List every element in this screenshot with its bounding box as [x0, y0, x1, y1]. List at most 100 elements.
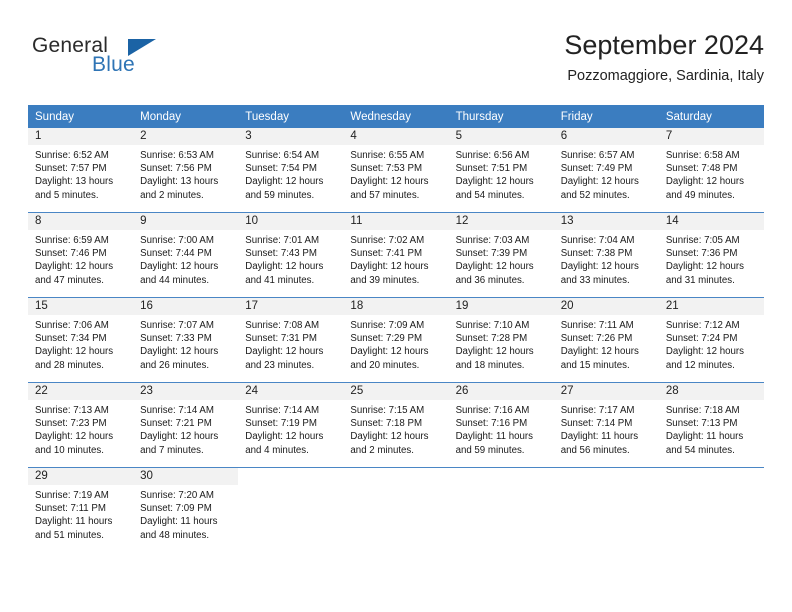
calendar-day-cell[interactable]: 1 Sunrise: 6:52 AM Sunset: 7:57 PM Daylight… [28, 128, 134, 213]
sunset-text: Sunset: 7:19 PM [245, 418, 317, 430]
day-number: 25 [343, 383, 449, 400]
calendar-grid: Sunday Monday Tuesday Wednesday Thursday… [28, 105, 764, 552]
daylight-text-line2: and 18 minutes. [455, 359, 525, 371]
day-number: 18 [343, 298, 449, 315]
calendar-day-cell[interactable]: 17 Sunrise: 7:08 AM Sunset: 7:31 PM Dayligh… [238, 297, 344, 383]
calendar-day-cell-empty [238, 467, 344, 552]
sunrise-text: Sunrise: 6:55 AM [350, 150, 425, 161]
calendar-day-cell[interactable]: 5 Sunrise: 6:56 AM Sunset: 7:51 PM Daylight… [448, 128, 554, 213]
daylight-text-line2: and 48 minutes. [140, 529, 210, 541]
daylight-text-line2: and 28 minutes. [35, 359, 104, 371]
calendar-day-cell[interactable]: 2 Sunrise: 6:53 AM Sunset: 7:56 PM Daylight… [133, 128, 239, 213]
day-number [448, 468, 554, 485]
daylight-text-line2: and 39 minutes. [350, 274, 420, 286]
day-number: 29 [28, 468, 134, 485]
sunrise-text: Sunrise: 7:14 AM [140, 405, 214, 416]
weekday-header-wednesday: Wednesday [343, 105, 449, 128]
daylight-text-line1: Daylight: 12 hours [140, 346, 219, 358]
sunset-text: Sunset: 7:43 PM [245, 248, 317, 260]
calendar-day-cell[interactable]: 30 Sunrise: 7:20 AM Sunset: 7:09 PM Dayligh… [133, 467, 239, 552]
daylight-text-line2: and 56 minutes. [560, 444, 630, 456]
calendar-day-cell-empty [448, 467, 554, 552]
daylight-text-line1: Daylight: 12 hours [245, 261, 324, 273]
day-number: 27 [553, 383, 659, 400]
calendar-day-cell[interactable]: 19 Sunrise: 7:10 AM Sunset: 7:28 PM Dayligh… [448, 297, 554, 383]
day-number: 28 [658, 383, 764, 400]
sunrise-text: Sunrise: 7:01 AM [245, 235, 320, 246]
calendar-day-cell[interactable]: 24 Sunrise: 7:14 AM Sunset: 7:19 PM Dayligh… [238, 382, 344, 468]
sunset-text: Sunset: 7:21 PM [140, 418, 212, 430]
calendar-week-row: 1 Sunrise: 6:52 AM Sunset: 7:57 PM Daylight… [28, 128, 764, 213]
sunrise-text: Sunrise: 7:07 AM [140, 320, 214, 331]
daylight-text-line2: and 36 minutes. [455, 274, 525, 286]
calendar-day-cell-empty [658, 467, 764, 552]
sunset-text: Sunset: 7:46 PM [35, 248, 107, 260]
sunrise-text: Sunrise: 6:52 AM [35, 150, 109, 161]
daylight-text-line1: Daylight: 13 hours [140, 176, 219, 188]
sunrise-text: Sunrise: 7:06 AM [35, 320, 109, 331]
calendar-day-cell[interactable]: 14 Sunrise: 7:05 AM Sunset: 7:36 PM Dayligh… [658, 212, 764, 298]
calendar-day-cell[interactable]: 28 Sunrise: 7:18 AM Sunset: 7:13 PM Dayligh… [658, 382, 764, 468]
daylight-text-line1: Daylight: 12 hours [140, 261, 219, 273]
weekday-header-monday: Monday [133, 105, 239, 128]
day-number: 6 [553, 128, 659, 145]
day-number: 15 [28, 298, 134, 315]
daylight-text-line1: Daylight: 12 hours [665, 176, 744, 188]
calendar-day-cell[interactable]: 11 Sunrise: 7:02 AM Sunset: 7:41 PM Dayligh… [343, 212, 449, 298]
day-number: 10 [238, 213, 344, 230]
calendar-day-cell[interactable]: 20 Sunrise: 7:11 AM Sunset: 7:26 PM Dayligh… [553, 297, 659, 383]
weekday-header-tuesday: Tuesday [238, 105, 344, 128]
calendar-day-cell[interactable]: 18 Sunrise: 7:09 AM Sunset: 7:29 PM Dayligh… [343, 297, 449, 383]
sunrise-text: Sunrise: 7:10 AM [455, 320, 530, 331]
daylight-text-line1: Daylight: 12 hours [245, 431, 324, 443]
sunset-text: Sunset: 7:11 PM [35, 503, 106, 515]
calendar-day-cell-empty [553, 467, 659, 552]
daylight-text-line2: and 10 minutes. [35, 444, 104, 456]
calendar-day-cell[interactable]: 13 Sunrise: 7:04 AM Sunset: 7:38 PM Dayligh… [553, 212, 659, 298]
daylight-text-line1: Daylight: 11 hours [35, 516, 113, 528]
calendar-day-cell[interactable]: 9 Sunrise: 7:00 AM Sunset: 7:44 PM Daylight… [133, 212, 239, 298]
calendar-day-cell[interactable]: 27 Sunrise: 7:17 AM Sunset: 7:14 PM Dayligh… [553, 382, 659, 468]
day-number: 8 [28, 213, 134, 230]
calendar-day-cell[interactable]: 8 Sunrise: 6:59 AM Sunset: 7:46 PM Daylight… [28, 212, 134, 298]
calendar-day-cell[interactable]: 16 Sunrise: 7:07 AM Sunset: 7:33 PM Dayligh… [133, 297, 239, 383]
day-number: 20 [553, 298, 659, 315]
calendar-day-cell[interactable]: 10 Sunrise: 7:01 AM Sunset: 7:43 PM Dayligh… [238, 212, 344, 298]
sunset-text: Sunset: 7:14 PM [560, 418, 633, 430]
sunrise-text: Sunrise: 7:20 AM [140, 490, 214, 501]
calendar-body: 1 Sunrise: 6:52 AM Sunset: 7:57 PM Daylight… [28, 128, 764, 552]
daylight-text-line1: Daylight: 11 hours [560, 431, 639, 443]
calendar-day-cell[interactable]: 25 Sunrise: 7:15 AM Sunset: 7:18 PM Dayligh… [343, 382, 449, 468]
day-number [553, 468, 659, 485]
daylight-text-line2: and 5 minutes. [35, 189, 99, 201]
calendar-day-cell[interactable]: 7 Sunrise: 6:58 AM Sunset: 7:48 PM Daylight… [658, 128, 764, 213]
calendar-week-row: 29 Sunrise: 7:19 AM Sunset: 7:11 PM Dayligh… [28, 467, 764, 552]
calendar-day-cell[interactable]: 6 Sunrise: 6:57 AM Sunset: 7:49 PM Daylight… [553, 128, 659, 213]
sunset-text: Sunset: 7:44 PM [140, 248, 212, 260]
sunset-text: Sunset: 7:26 PM [560, 333, 633, 345]
calendar-day-cell[interactable]: 15 Sunrise: 7:06 AM Sunset: 7:34 PM Dayligh… [28, 297, 134, 383]
sunset-text: Sunset: 7:36 PM [665, 248, 738, 260]
sunset-text: Sunset: 7:23 PM [35, 418, 107, 430]
sunset-text: Sunset: 7:29 PM [350, 333, 423, 345]
sunset-text: Sunset: 7:41 PM [350, 248, 423, 260]
calendar-day-cell[interactable]: 12 Sunrise: 7:03 AM Sunset: 7:39 PM Dayligh… [448, 212, 554, 298]
calendar-day-cell[interactable]: 4 Sunrise: 6:55 AM Sunset: 7:53 PM Daylight… [343, 128, 449, 213]
calendar-page: General Blue September 2024 Pozzomaggior… [0, 0, 792, 612]
weekday-header-thursday: Thursday [448, 105, 554, 128]
calendar-day-cell[interactable]: 23 Sunrise: 7:14 AM Sunset: 7:21 PM Dayligh… [133, 382, 239, 468]
daylight-text-line2: and 15 minutes. [560, 359, 630, 371]
daylight-text-line1: Daylight: 12 hours [455, 261, 534, 273]
day-number: 21 [658, 298, 764, 315]
sunrise-text: Sunrise: 7:16 AM [455, 405, 530, 416]
daylight-text-line1: Daylight: 11 hours [665, 431, 744, 443]
calendar-day-cell[interactable]: 29 Sunrise: 7:19 AM Sunset: 7:11 PM Dayligh… [28, 467, 134, 552]
calendar-day-cell[interactable]: 3 Sunrise: 6:54 AM Sunset: 7:54 PM Daylight… [238, 128, 344, 213]
daylight-text-line2: and 54 minutes. [455, 189, 525, 201]
daylight-text-line2: and 52 minutes. [560, 189, 630, 201]
daylight-text-line1: Daylight: 12 hours [350, 176, 429, 188]
calendar-day-cell[interactable]: 22 Sunrise: 7:13 AM Sunset: 7:23 PM Dayligh… [28, 382, 134, 468]
sunrise-text: Sunrise: 7:18 AM [665, 405, 740, 416]
calendar-day-cell[interactable]: 21 Sunrise: 7:12 AM Sunset: 7:24 PM Dayligh… [658, 297, 764, 383]
calendar-day-cell[interactable]: 26 Sunrise: 7:16 AM Sunset: 7:16 PM Dayligh… [448, 382, 554, 468]
